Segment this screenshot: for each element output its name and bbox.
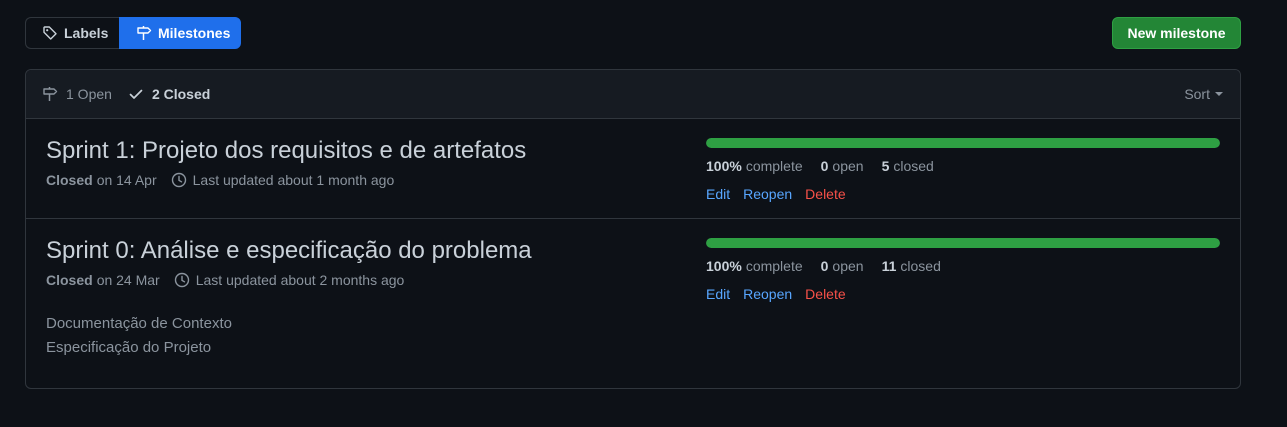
milestones-tab[interactable]: Milestones (119, 17, 241, 49)
clock-icon (174, 272, 189, 288)
closed-stat: 5 closed (882, 158, 934, 174)
complete-stat: 100% complete (706, 258, 803, 274)
labels-milestones-switch: Labels Milestones (25, 17, 241, 49)
milestone-icon (137, 26, 152, 40)
milestone-row: Sprint 1: Projeto dos requisitos e de ar… (26, 119, 1240, 219)
clock-icon (171, 172, 186, 188)
closed-stat: 11 closed (882, 258, 941, 274)
complete-percent: 100% (706, 258, 742, 274)
labels-tab[interactable]: Labels (25, 17, 119, 49)
progress-stats: 100% complete 0 open 5 closed (706, 158, 1220, 174)
caret-down-icon (1215, 92, 1223, 96)
milestone-row: Sprint 0: Análise e especificação do pro… (26, 219, 1240, 388)
open-stat: 0 open (821, 258, 864, 274)
milestone-icon (43, 87, 58, 101)
open-count: 0 (820, 158, 829, 174)
milestone-date: on 24 Mar (96, 272, 160, 288)
closed-count: 5 (881, 158, 890, 174)
open-label: open (832, 158, 864, 174)
milestone-actions: Edit Reopen Delete (706, 286, 1220, 302)
tag-icon (43, 26, 57, 40)
new-milestone-button[interactable]: New milestone (1112, 17, 1241, 49)
delete-link[interactable]: Delete (805, 286, 845, 302)
closed-filter-label: 2 Closed (151, 86, 211, 102)
edit-link[interactable]: Edit (706, 186, 730, 202)
closed-label: closed (893, 158, 934, 174)
labels-tab-label: Labels (64, 25, 109, 41)
progress-bar-fill (706, 238, 1220, 248)
milestone-meta: Closed on 24 Mar Last updated about 2 mo… (46, 272, 404, 288)
open-filter-label: 1 Open (66, 86, 112, 102)
reopen-link[interactable]: Reopen (743, 186, 792, 202)
complete-label: complete (745, 158, 803, 174)
open-count: 0 (820, 258, 829, 274)
milestone-updated-text: Last updated about 2 months ago (195, 272, 405, 288)
milestone-progress: 100% complete 0 open 5 closed Edit Reopen D… (706, 138, 1220, 202)
sort-label: Sort (1184, 86, 1210, 102)
closed-filter[interactable]: 2 Closed (128, 86, 210, 102)
milestone-title[interactable]: Sprint 0: Análise e especificação do pro… (46, 237, 532, 265)
complete-percent: 100% (706, 158, 742, 174)
open-filter[interactable]: 1 Open (42, 86, 112, 102)
milestone-description: Documentação de Contexto Especificação d… (46, 312, 232, 360)
milestone-actions: Edit Reopen Delete (706, 186, 1220, 202)
milestone-progress: 100% complete 0 open 11 closed Edit Reopen … (706, 238, 1220, 302)
toolbar: Labels Milestones New milestone (25, 17, 1241, 49)
closed-count: 11 (881, 258, 897, 274)
check-icon (129, 89, 143, 99)
milestone-date: on 14 Apr (96, 172, 157, 188)
description-line: Documentação de Contexto (46, 315, 232, 332)
complete-label: complete (745, 258, 803, 274)
milestones-tab-label: Milestones (158, 25, 231, 41)
milestone-updated-text: Last updated about 1 month ago (192, 172, 395, 188)
milestone-title[interactable]: Sprint 1: Projeto dos requisitos e de ar… (46, 137, 526, 165)
progress-bar-fill (706, 138, 1220, 148)
edit-link[interactable]: Edit (706, 286, 730, 302)
progress-bar (706, 138, 1220, 148)
open-label: open (832, 258, 864, 274)
milestones-list: 1 Open 2 Closed Sort Sprint 1: Projeto d… (25, 69, 1241, 389)
description-line: Especificação do Projeto (46, 339, 212, 356)
progress-stats: 100% complete 0 open 11 closed (706, 258, 1220, 274)
list-header: 1 Open 2 Closed Sort (26, 70, 1240, 119)
complete-stat: 100% complete (706, 158, 803, 174)
milestone-meta: Closed on 14 Apr Last updated about 1 mo… (46, 172, 394, 188)
milestone-updated: Last updated about 1 month ago (171, 172, 395, 188)
progress-bar (706, 238, 1220, 248)
closed-label: closed (900, 258, 941, 274)
sort-dropdown[interactable]: Sort (1184, 86, 1224, 102)
delete-link[interactable]: Delete (805, 186, 845, 202)
milestone-status: Closed (46, 172, 93, 188)
milestone-updated: Last updated about 2 months ago (174, 272, 405, 288)
milestone-status: Closed (46, 272, 93, 288)
open-stat: 0 open (821, 158, 864, 174)
reopen-link[interactable]: Reopen (743, 286, 792, 302)
